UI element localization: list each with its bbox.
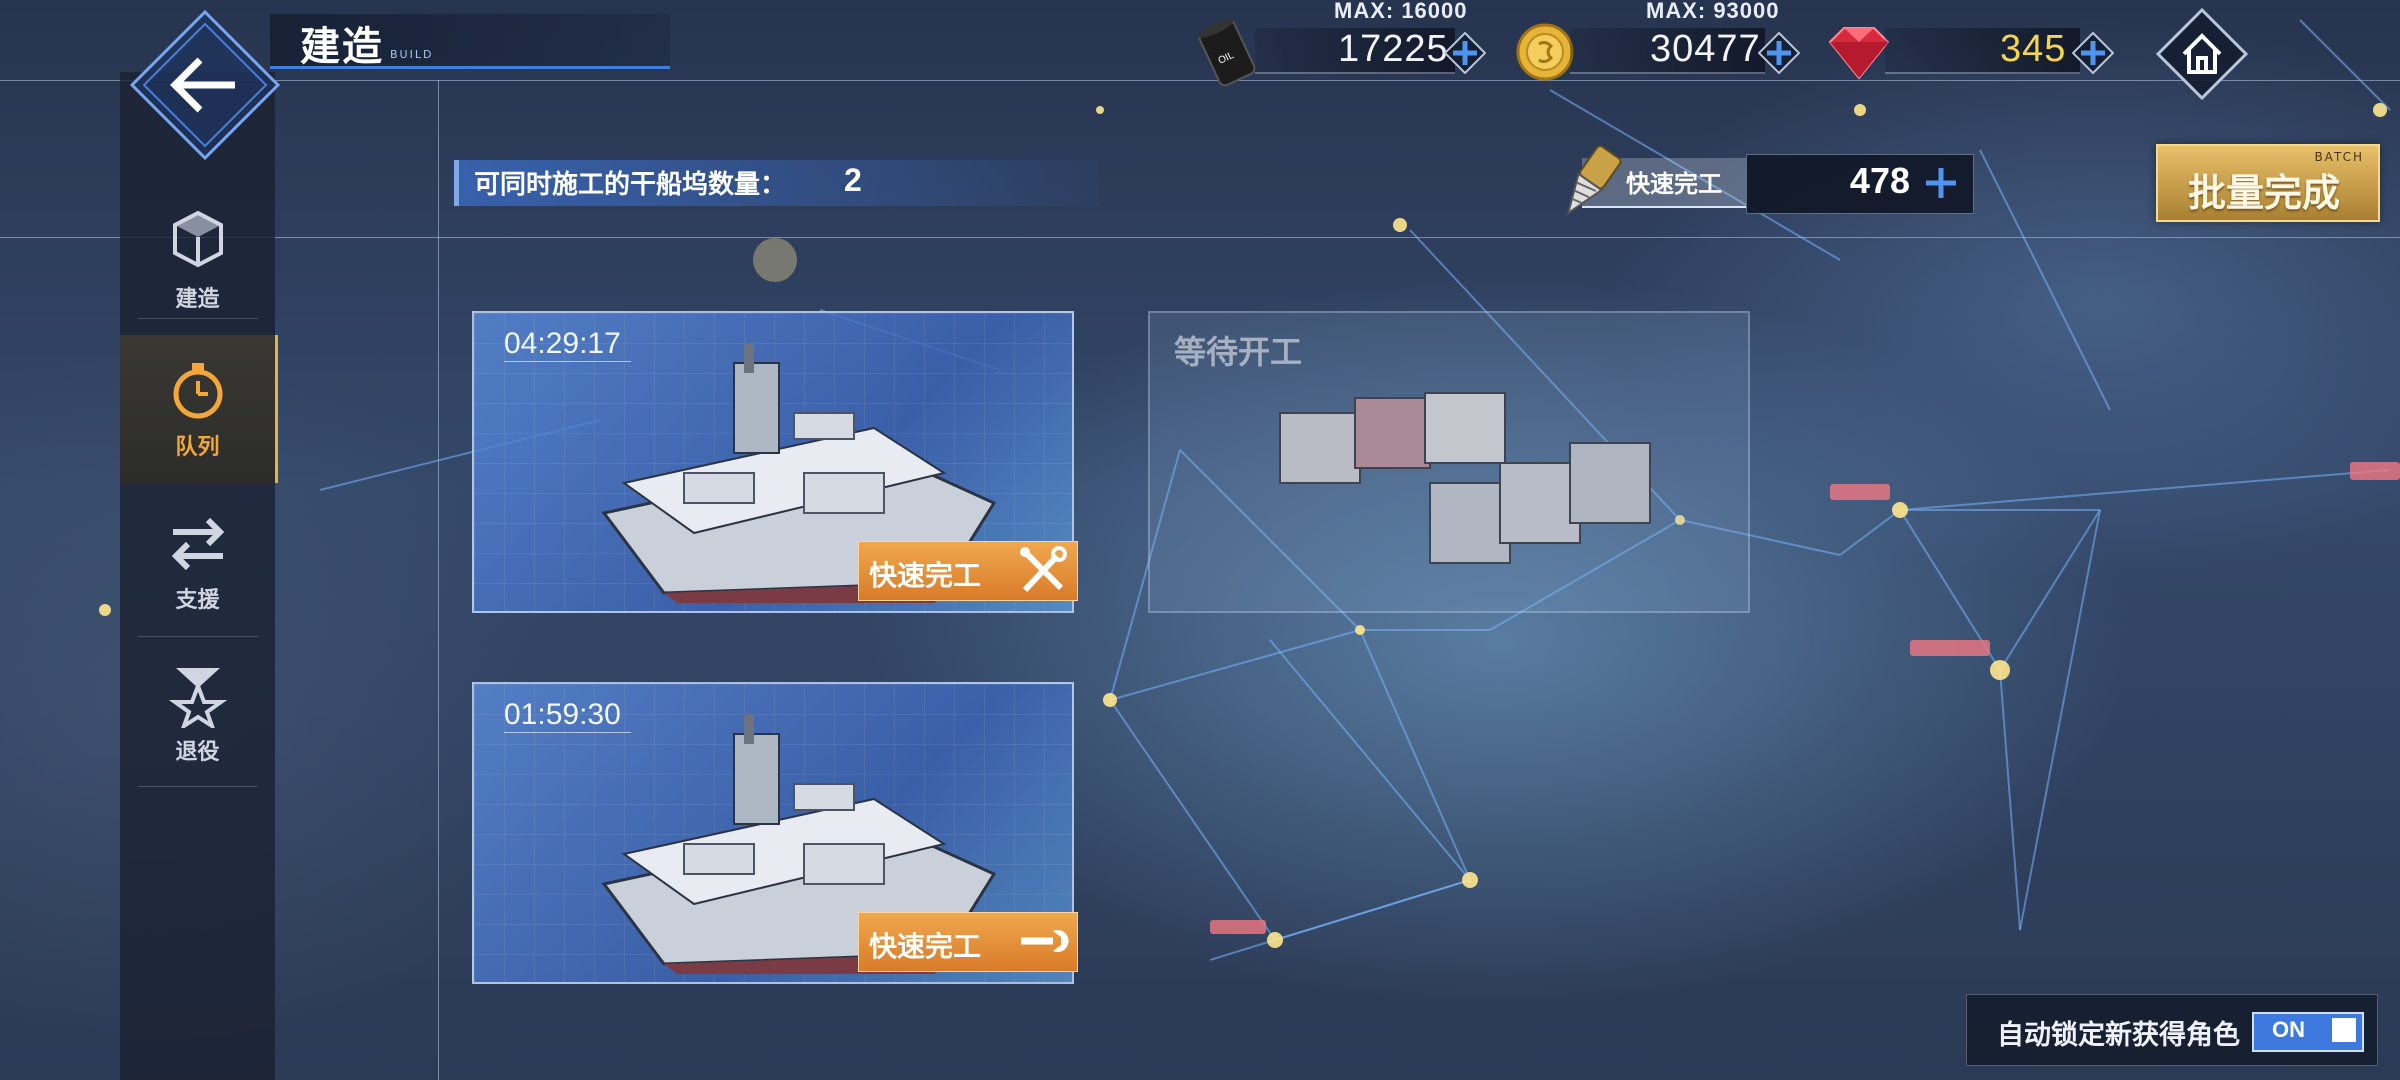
quick-finish-button-label: 快速完工 (869, 559, 982, 592)
quick-finish-add-button[interactable] (1920, 162, 1962, 204)
sidebar-item-build[interactable]: 建造 (120, 185, 275, 333)
oil-value: 17225 (1338, 28, 1449, 70)
sidebar-item-queue[interactable]: 队列 (120, 335, 278, 483)
batch-complete-button[interactable]: BATCH 批量完成 (2156, 144, 2380, 222)
auto-lock-label: 自动锁定新获得角色 (1997, 1020, 2240, 1051)
build-box-icon (172, 210, 223, 268)
sidebar-item-label: 退役 (175, 739, 220, 765)
toggle-knob (2332, 1018, 2356, 1042)
sidebar-item-label: 队列 (175, 434, 220, 460)
dock-count-label: 可同时施工的干船坞数量： (474, 170, 787, 200)
page-subtitle: BUILD (390, 48, 434, 61)
oil-max: MAX: 16000 (1334, 0, 1468, 23)
batch-label: 批量完成 (2188, 170, 2341, 215)
red-gem-icon (1828, 27, 1890, 80)
oil-add-button[interactable] (1443, 31, 1487, 75)
sidebar-item-retire[interactable]: 退役 (120, 640, 275, 788)
quick-finish-button[interactable]: 快速完工 (858, 912, 1078, 972)
gem-value: 345 (2000, 28, 2067, 70)
waiting-label: 等待开工 (1174, 333, 1303, 371)
stopwatch-icon (173, 363, 222, 419)
sidebar-item-label: 支援 (175, 587, 220, 613)
home-button[interactable] (2156, 8, 2248, 100)
sidebar-item-label: 建造 (175, 286, 220, 312)
quick-finish-button[interactable]: 快速完工 (858, 541, 1078, 601)
gem-add-button[interactable] (2071, 31, 2115, 75)
toggle-state: ON (2272, 1017, 2305, 1042)
auto-lock-toggle[interactable]: ON (2252, 1012, 2364, 1052)
plus-icon (1926, 168, 1956, 198)
sidebar-item-support[interactable]: 支援 (120, 488, 275, 636)
quick-finish-label: 快速完工 (1626, 169, 1722, 198)
dock-slot-waiting: 等待开工 (1148, 311, 1750, 613)
gold-coin-icon (1516, 23, 1574, 81)
divider-line-mid (0, 237, 2400, 238)
sidebar-separator (138, 318, 258, 319)
swap-arrows-icon (171, 517, 224, 571)
page-title: 建造 (300, 23, 384, 70)
materials-crates-image (1279, 392, 1651, 564)
wrench-screwdriver-icon (1020, 546, 1067, 593)
oil-barrel-icon: OIL (1198, 19, 1256, 87)
dock-count-value: 2 (844, 162, 862, 198)
retire-star-icon (168, 668, 227, 728)
dock-slot-2[interactable]: 01:59:30 快速完工 (472, 682, 1078, 984)
quick-finish-count: 478 (1849, 160, 1910, 201)
wrench-icon (1021, 930, 1069, 952)
dock-slot-1[interactable]: 04:29:17 快速完工 (472, 311, 1078, 613)
sidebar-separator (138, 636, 258, 637)
back-button[interactable] (130, 10, 280, 160)
drill-icon (1566, 145, 1622, 216)
sidebar-separator (138, 786, 258, 787)
coin-max: MAX: 93000 (1646, 0, 1780, 23)
quick-finish-button-label: 快速完工 (869, 930, 982, 963)
divider-line-vertical (438, 80, 439, 1080)
coin-add-button[interactable] (1757, 31, 1801, 75)
coin-value: 30477 (1650, 28, 1761, 70)
